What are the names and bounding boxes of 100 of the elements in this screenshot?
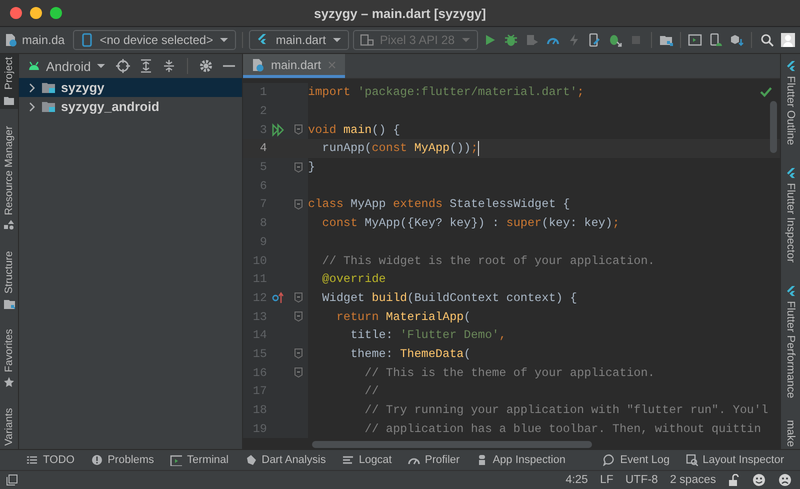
device-dropdown[interactable]: <no device selected> xyxy=(72,30,236,50)
speech-bubble-icon xyxy=(603,454,616,466)
close-button[interactable] xyxy=(10,7,22,19)
code-line: // xyxy=(364,384,379,398)
window-icon[interactable] xyxy=(688,33,702,47)
code-line: title: 'Flutter Demo', xyxy=(349,328,506,342)
minimize-button[interactable] xyxy=(30,7,42,19)
phone-icon[interactable] xyxy=(709,33,724,47)
folder-icon xyxy=(42,80,56,94)
status-item[interactable]: UTF-8 xyxy=(625,474,658,486)
tree-item[interactable]: syzygy xyxy=(19,78,242,97)
fold-icon[interactable] xyxy=(294,292,303,304)
run-icon[interactable] xyxy=(272,122,284,137)
zoom-button[interactable] xyxy=(50,7,62,19)
settings-icon[interactable] xyxy=(199,59,213,73)
folder-icon[interactable] xyxy=(658,33,673,47)
tool-window-tab[interactable]: Flutter Performance xyxy=(781,284,800,398)
star-icon xyxy=(3,376,15,388)
phone-icon xyxy=(80,33,94,47)
checkmark-icon xyxy=(760,86,772,98)
tool-window-tab[interactable]: Project xyxy=(0,54,18,109)
fold-icon[interactable] xyxy=(294,162,303,173)
status-item[interactable]: 2 spaces xyxy=(670,474,716,486)
code-line: theme: ThemeData( xyxy=(349,346,471,361)
status-item[interactable]: LF xyxy=(600,474,614,486)
code-line: // Try running your application with "flutter run". You'l xyxy=(364,403,768,418)
breadcrumb[interactable]: main.da xyxy=(22,33,65,47)
editor-tab[interactable]: main.dart xyxy=(243,54,346,78)
view-dropdown[interactable]: Android xyxy=(27,58,106,74)
code-line: void main() { xyxy=(308,122,400,137)
code-line: return MaterialApp( xyxy=(335,310,471,324)
panel-toggle-icon[interactable] xyxy=(6,474,18,486)
code-line: Widget build(BuildContext context) { xyxy=(321,290,578,305)
search-icon[interactable] xyxy=(760,33,774,47)
tool-window-button[interactable]: Dart Analysis xyxy=(244,454,326,466)
smiley-icon[interactable] xyxy=(752,473,766,487)
code-line: // application has a blue toolbar. Then, without quittin xyxy=(364,422,762,436)
tree-item[interactable]: syzygy_android xyxy=(19,97,242,116)
lock-icon[interactable] xyxy=(728,474,740,486)
code-line: const MyApp({Key? key}) : super(key: key); xyxy=(321,216,620,230)
bug-icon[interactable] xyxy=(504,33,518,47)
window-title: syzygy – main.dart [syzygy] xyxy=(314,6,486,20)
tool-window-tab[interactable]: Flutter Outline xyxy=(781,60,800,146)
tool-window-tab[interactable]: Structure xyxy=(0,248,18,312)
caret-icon xyxy=(460,35,471,45)
tool-window-button[interactable]: TODO xyxy=(26,454,75,466)
tool-window-tab[interactable]: Favorites xyxy=(0,326,18,392)
status-item[interactable]: 4:25 xyxy=(566,474,588,486)
bug-icon[interactable] xyxy=(608,33,622,47)
tool-window-button[interactable]: Layout Inspector xyxy=(686,454,784,466)
code-line: } xyxy=(308,160,316,174)
flutter-icon xyxy=(784,167,796,180)
shapes-icon xyxy=(3,218,15,231)
avatar-icon[interactable] xyxy=(780,33,795,47)
fold-icon[interactable] xyxy=(294,198,303,210)
cube-icon[interactable] xyxy=(730,33,744,47)
flutter-icon xyxy=(784,284,796,297)
crosshair-icon[interactable] xyxy=(116,59,130,73)
tool-window-button[interactable]: Problems xyxy=(90,454,154,466)
phone-icon[interactable] xyxy=(587,33,602,47)
window-icon xyxy=(170,454,182,466)
tool-window-button[interactable]: Profiler xyxy=(408,454,460,466)
code-line: import 'package:flutter/material.dart'; xyxy=(308,85,584,100)
line-number: 4 xyxy=(258,141,267,156)
fold-icon[interactable] xyxy=(294,348,303,360)
tool-window-tab[interactable]: Flutter Inspector xyxy=(781,167,800,263)
tool-window-button[interactable]: Terminal xyxy=(170,454,229,466)
layout-icon xyxy=(686,454,698,466)
frown-icon[interactable] xyxy=(778,473,792,487)
tool-window-button[interactable]: App Inspection xyxy=(476,454,566,466)
caret-icon xyxy=(219,35,230,45)
tool-window-button[interactable]: Logcat xyxy=(342,454,392,466)
tool-window-tab[interactable]: Resource Manager xyxy=(0,122,18,234)
tool-window-button[interactable]: Event Log xyxy=(603,454,670,466)
caret-icon xyxy=(332,35,342,45)
log-icon xyxy=(342,454,354,466)
run-icon[interactable] xyxy=(483,33,498,47)
override-icon[interactable] xyxy=(272,290,284,305)
collapse-all-icon[interactable] xyxy=(162,59,176,73)
fold-icon[interactable] xyxy=(294,367,303,378)
list-icon xyxy=(26,454,38,466)
tool-window-tab[interactable]: make xyxy=(781,420,800,447)
config-dropdown[interactable]: main.dart xyxy=(248,30,349,50)
folder-icon xyxy=(42,100,56,114)
fold-icon[interactable] xyxy=(294,124,303,136)
phone-icon xyxy=(360,33,374,47)
code-line: runApp(const MyApp()); xyxy=(321,141,478,156)
code-line: @override xyxy=(321,272,386,286)
scrollbar-thumb[interactable] xyxy=(312,441,592,448)
flutter-icon xyxy=(784,60,796,72)
text-cursor xyxy=(478,140,480,156)
scrollbar-thumb[interactable] xyxy=(770,101,777,153)
expand-all-icon[interactable] xyxy=(139,59,153,73)
tool-window-tab[interactable]: Variants xyxy=(0,405,18,449)
code-line: // This widget is the root of your application. xyxy=(321,254,655,268)
code-line: // This is the theme of your application. xyxy=(364,366,655,380)
folder-icon xyxy=(3,297,15,310)
fold-icon[interactable] xyxy=(294,311,303,322)
file-icon xyxy=(4,33,18,47)
file-icon xyxy=(251,58,265,72)
